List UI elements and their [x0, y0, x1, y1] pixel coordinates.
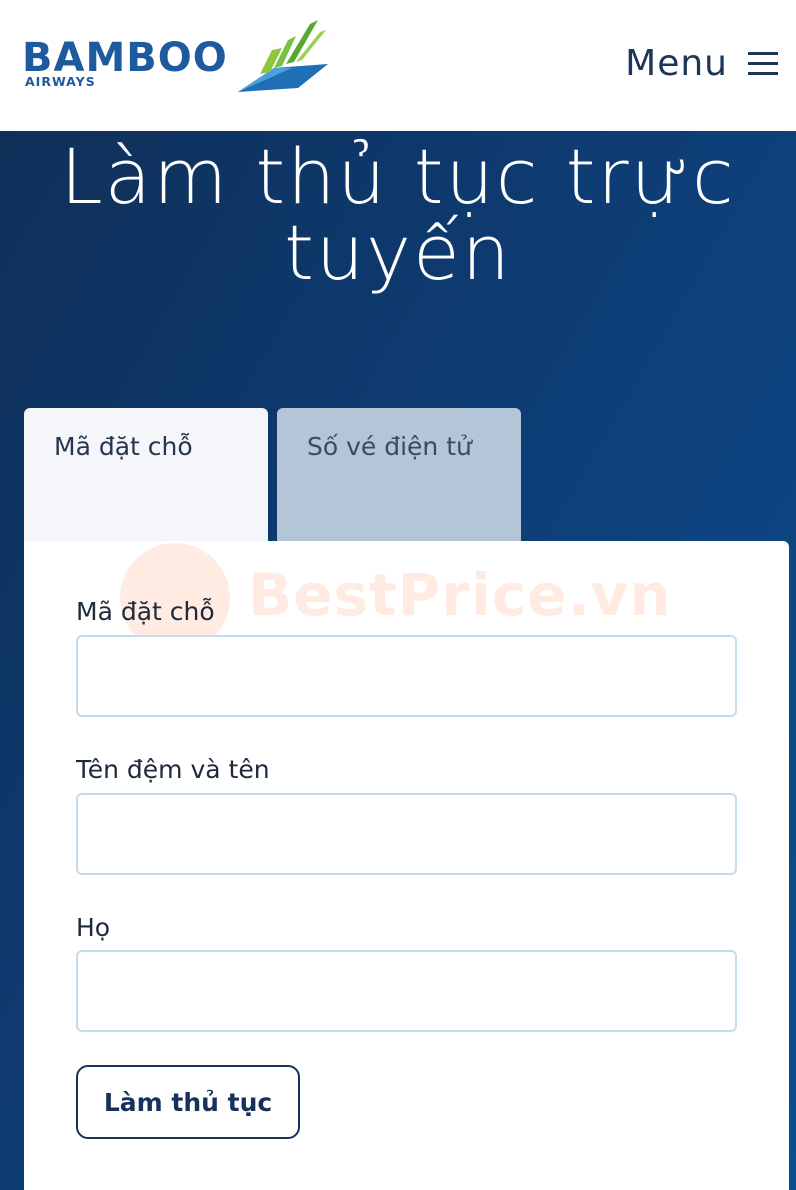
check-in-button[interactable]: Làm thủ tục	[76, 1065, 300, 1139]
page-title: Làm thủ tục trực tuyến	[0, 139, 796, 291]
menu-button[interactable]: Menu	[625, 40, 778, 86]
last-name-input[interactable]	[76, 950, 737, 1032]
tab-e-ticket-number[interactable]: Số vé điện tử	[277, 408, 521, 544]
last-name-label: Họ	[76, 913, 111, 942]
booking-code-input[interactable]	[76, 635, 737, 717]
bamboo-airways-logo[interactable]: BAMBOO AIRWAYS	[22, 18, 332, 98]
menu-label: Menu	[625, 42, 728, 84]
first-middle-name-label: Tên đệm và tên	[76, 755, 270, 784]
bamboo-leaf-icon	[238, 20, 328, 92]
tab-label: Mã đặt chỗ	[54, 432, 193, 461]
tab-label: Số vé điện tử	[307, 432, 472, 461]
first-middle-name-input[interactable]	[76, 793, 737, 875]
site-header: BAMBOO AIRWAYS Menu	[0, 0, 796, 131]
watermark-text: BestPrice.vn	[248, 561, 672, 629]
page-title-line-2: tuyến	[284, 208, 512, 297]
booking-code-label: Mã đặt chỗ	[76, 597, 215, 626]
hamburger-icon	[748, 50, 778, 76]
tab-booking-code[interactable]: Mã đặt chỗ	[24, 408, 268, 544]
check-in-form: BestPrice.vn Mã đặt chỗ Tên đệm và tên H…	[24, 541, 789, 1190]
logo-subtitle: AIRWAYS	[25, 74, 96, 89]
